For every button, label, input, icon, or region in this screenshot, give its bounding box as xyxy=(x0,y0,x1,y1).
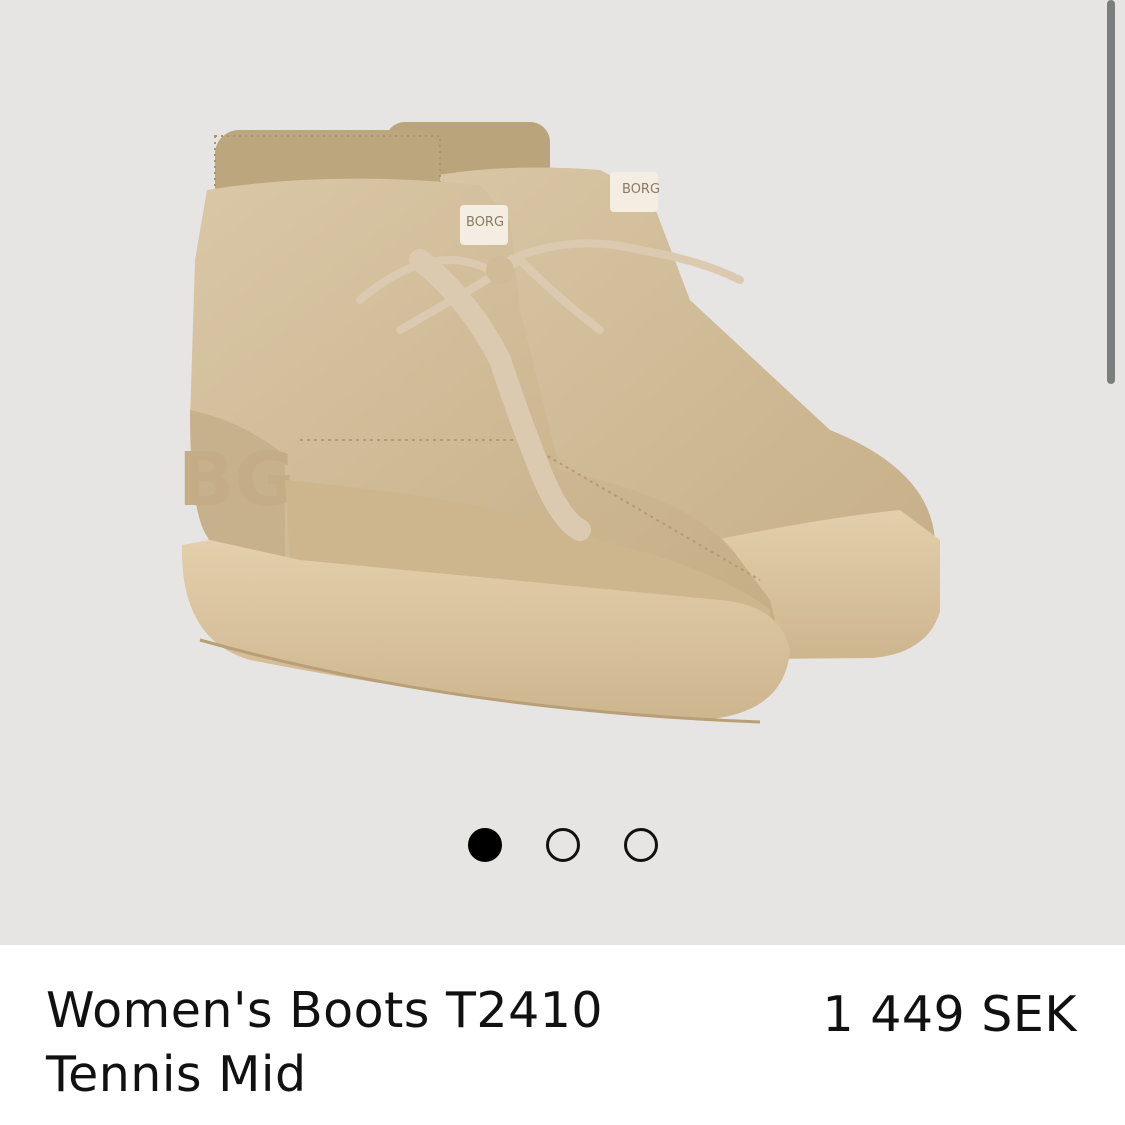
gallery-dot-2[interactable] xyxy=(545,828,580,862)
gallery-dot-3[interactable] xyxy=(623,828,658,862)
page-scrollbar[interactable] xyxy=(1107,0,1115,384)
brand-tag-right: BORG xyxy=(622,182,660,197)
product-price: 1 449 SEK xyxy=(822,986,1077,1043)
product-info: Women's Boots T2410 Tennis Mid 1 449 SEK xyxy=(0,945,1125,1125)
product-image: BORG BG BORG xyxy=(178,122,940,724)
product-title-line-2: Tennis Mid xyxy=(46,1046,307,1103)
brand-tag-left: BORG xyxy=(466,215,504,230)
heel-logo: BG xyxy=(178,437,295,523)
gallery-dot-1[interactable] xyxy=(467,828,502,862)
product-title-line-1: Women's Boots T2410 xyxy=(46,982,604,1039)
product-image-gallery[interactable]: BORG BG BORG xyxy=(0,0,1125,945)
product-title: Women's Boots T2410 Tennis Mid xyxy=(46,979,726,1107)
gallery-pagination xyxy=(0,828,1125,862)
